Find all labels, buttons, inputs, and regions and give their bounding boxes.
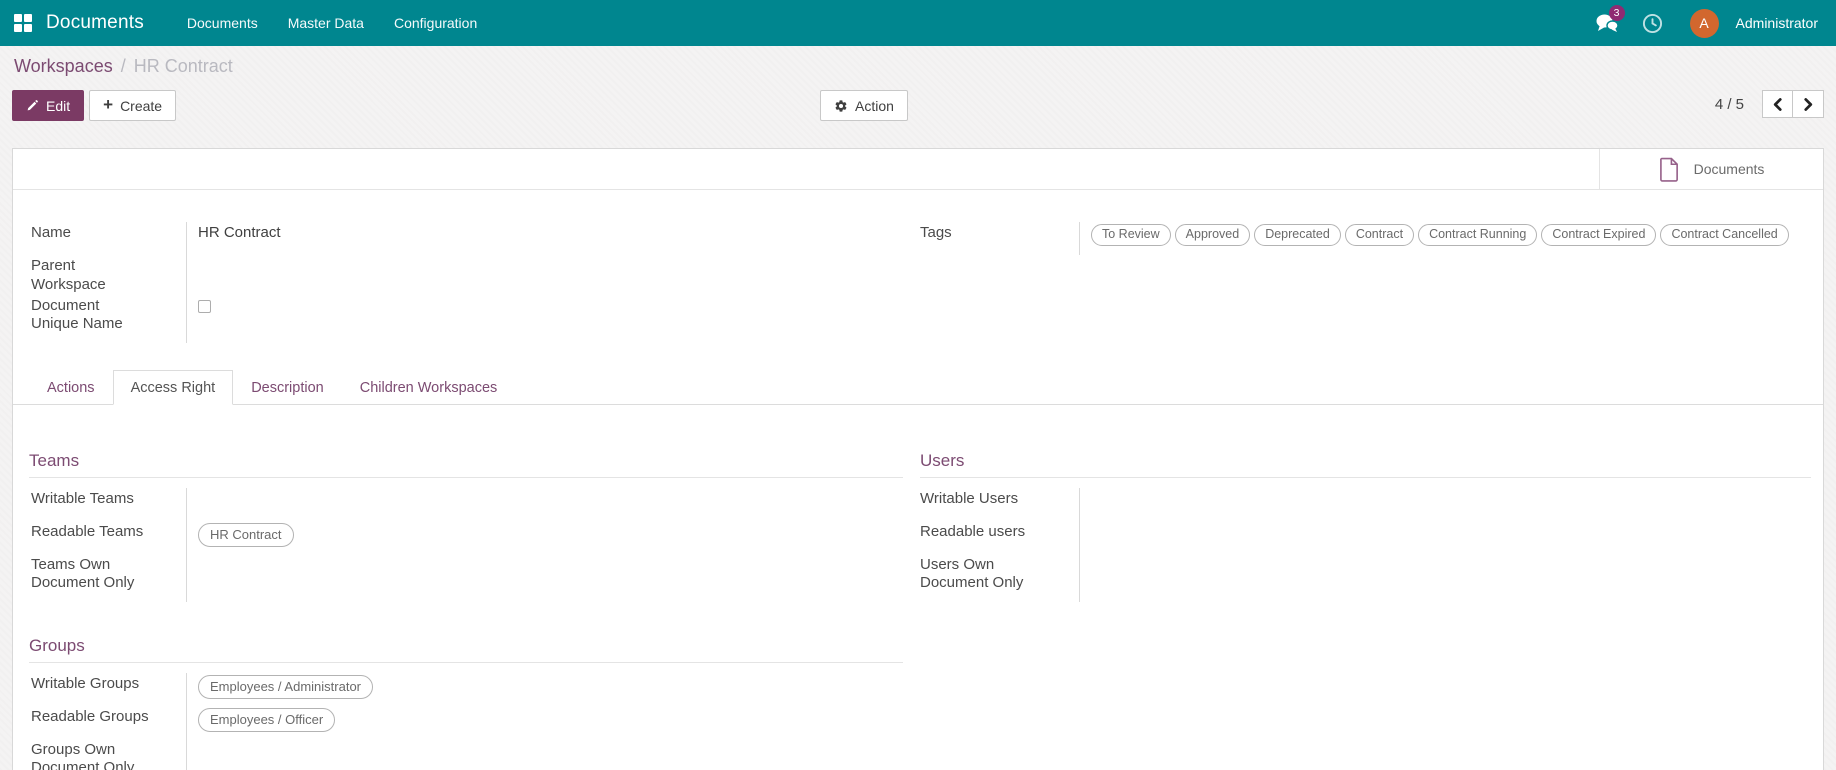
field-writable-groups: Writable Groups Employees / Administrato… xyxy=(29,672,903,706)
access-right-tab-content: Teams Writable Teams Readable Teams HR C… xyxy=(13,451,1823,770)
teams-section-title: Teams xyxy=(29,451,903,478)
field-users-own-document-only-value[interactable] xyxy=(1079,553,1811,602)
field-document-unique-name-value xyxy=(186,294,903,343)
main-menu: Documents Master Data Configuration xyxy=(172,0,492,46)
field-teams-own-document-only: Teams Own Document Only xyxy=(29,553,903,602)
messages-icon[interactable]: 3 xyxy=(1588,0,1626,46)
field-document-unique-name: Document Unique Name xyxy=(29,294,903,343)
field-tags-value[interactable]: To Review Approved Deprecated Contract C… xyxy=(1079,222,1811,255)
field-writable-teams-value[interactable] xyxy=(186,487,903,521)
field-readable-groups: Readable Groups Employees / Officer xyxy=(29,705,903,739)
field-tags-label: Tags xyxy=(920,224,952,241)
breadcrumb-current: HR Contract xyxy=(133,55,233,76)
field-groups-own-document-only: Groups Own Document Only xyxy=(29,738,903,770)
tag-chip[interactable]: Contract xyxy=(1344,224,1415,246)
groups-section: Groups Writable Groups Employees / Admin… xyxy=(29,636,903,770)
create-button[interactable]: + Create xyxy=(89,90,177,121)
writable-groups-chip[interactable]: Employees / Administrator xyxy=(198,674,374,700)
field-writable-users-value[interactable] xyxy=(1079,487,1811,521)
gear-icon xyxy=(835,99,847,112)
document-file-icon xyxy=(1659,157,1678,182)
tag-chip[interactable]: Contract Cancelled xyxy=(1660,224,1789,246)
chevron-right-icon xyxy=(1803,97,1812,111)
systray: 3 A Administrator xyxy=(1588,0,1822,46)
menu-configuration[interactable]: Configuration xyxy=(379,0,492,46)
field-writable-users: Writable Users xyxy=(920,487,1811,521)
pager-count: 4 / 5 xyxy=(1714,95,1744,113)
pencil-icon xyxy=(27,100,38,111)
breadcrumb-workspaces-link[interactable]: Workspaces xyxy=(14,56,113,77)
readable-teams-chip[interactable]: HR Contract xyxy=(198,522,294,548)
users-section: Users Writable Users Readable users User… xyxy=(920,451,1811,602)
activities-clock-icon[interactable] xyxy=(1634,0,1672,46)
tab-children-workspaces[interactable]: Children Workspaces xyxy=(342,370,516,405)
tab-access-right[interactable]: Access Right xyxy=(112,369,234,405)
edit-button[interactable]: Edit xyxy=(12,90,85,121)
pager-next-button[interactable] xyxy=(1793,90,1824,118)
document-unique-name-checkbox[interactable] xyxy=(198,299,211,313)
plus-icon: + xyxy=(103,95,114,114)
top-navbar: Documents Documents Master Data Configur… xyxy=(0,0,1836,46)
chevron-left-icon xyxy=(1773,97,1782,111)
apps-menu-icon[interactable] xyxy=(14,14,32,32)
field-users-own-document-only: Users Own Document Only xyxy=(920,553,1811,602)
documents-stat-button[interactable]: Documents xyxy=(1599,149,1823,189)
breadcrumb-separator: / xyxy=(120,55,126,76)
field-readable-teams: Readable Teams HR Contract xyxy=(29,520,903,554)
form-top-fields: Name HR Contract Parent Workspace Docume… xyxy=(13,222,1823,343)
field-writable-groups-value[interactable]: Employees / Administrator xyxy=(186,672,903,706)
readable-groups-chip[interactable]: Employees / Officer xyxy=(198,707,336,733)
menu-master-data[interactable]: Master Data xyxy=(273,0,379,46)
field-writable-teams: Writable Teams xyxy=(29,487,903,521)
pager-previous-button[interactable] xyxy=(1762,90,1793,118)
tag-chip[interactable]: Deprecated xyxy=(1254,224,1341,246)
field-readable-users-value[interactable] xyxy=(1079,520,1811,554)
field-tags: Tags To Review Approved Deprecated Contr… xyxy=(920,222,1811,255)
user-name[interactable]: Administrator xyxy=(1736,15,1818,31)
pager: 4 / 5 xyxy=(1715,90,1824,118)
field-name-value[interactable]: HR Contract xyxy=(186,222,903,255)
field-teams-own-document-only-value[interactable] xyxy=(186,553,903,602)
field-readable-groups-value[interactable]: Employees / Officer xyxy=(186,705,903,739)
tag-chip[interactable]: Contract Expired xyxy=(1541,224,1657,246)
field-readable-users: Readable users xyxy=(920,520,1811,554)
tab-actions[interactable]: Actions xyxy=(29,370,113,405)
groups-section-title: Groups xyxy=(29,636,903,663)
tab-description[interactable]: Description xyxy=(233,370,342,405)
messages-count-badge: 3 xyxy=(1608,5,1625,21)
menu-documents[interactable]: Documents xyxy=(172,0,273,46)
control-panel-buttons: Edit + Create Action 4 / 5 xyxy=(0,86,1836,128)
form-sheet: Documents Name HR Contract Parent Worksp… xyxy=(12,148,1824,770)
users-section-title: Users xyxy=(920,451,1811,478)
notebook-tabs: Actions Access Right Description Childre… xyxy=(13,369,1823,405)
field-groups-own-document-only-value[interactable] xyxy=(186,738,903,770)
stat-button-strip: Documents xyxy=(13,149,1823,190)
field-parent-workspace-value[interactable] xyxy=(186,255,903,295)
tag-chip[interactable]: To Review xyxy=(1091,224,1171,246)
tag-chip[interactable]: Approved xyxy=(1174,224,1251,246)
breadcrumb: Workspaces / HR Contract xyxy=(0,46,1836,86)
field-parent-workspace: Parent Workspace xyxy=(29,255,903,295)
field-name-label: Name xyxy=(31,224,72,241)
field-parent-workspace-label: Parent Workspace xyxy=(31,257,106,293)
field-readable-teams-value[interactable]: HR Contract xyxy=(186,520,903,554)
field-name: Name HR Contract xyxy=(29,222,903,255)
action-button[interactable]: Action xyxy=(820,90,908,121)
tag-chip[interactable]: Contract Running xyxy=(1418,224,1538,246)
teams-section: Teams Writable Teams Readable Teams HR C… xyxy=(29,451,903,602)
app-title[interactable]: Documents xyxy=(46,12,144,34)
user-avatar[interactable]: A xyxy=(1689,8,1719,38)
field-document-unique-name-label: Document Unique Name xyxy=(31,296,123,333)
